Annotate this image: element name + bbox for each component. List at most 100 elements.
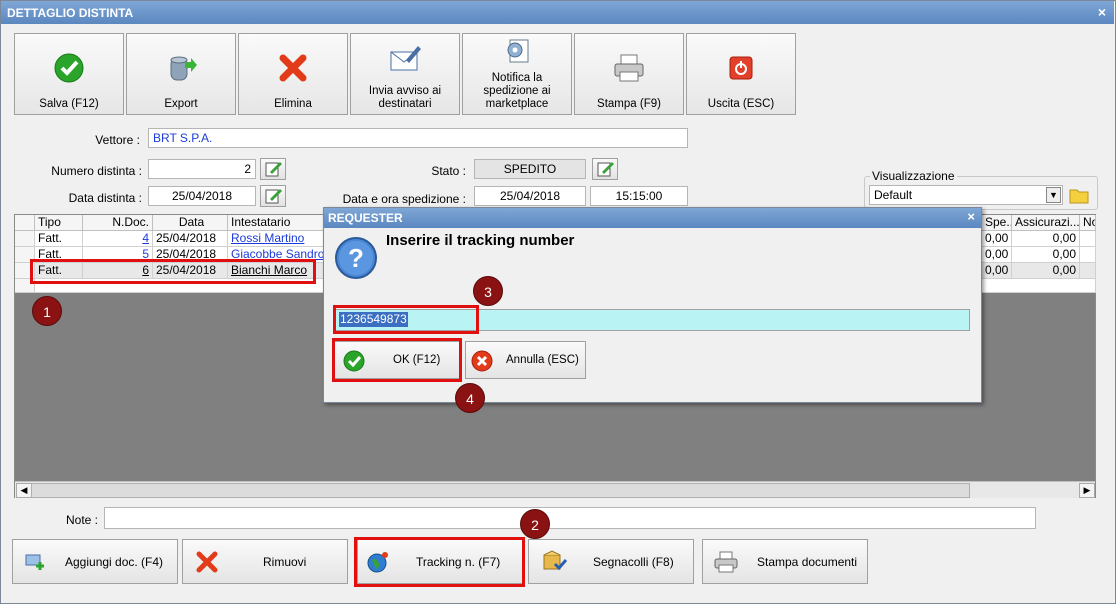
exit-label: Uscita (ESC) <box>707 98 775 110</box>
check-icon <box>54 53 84 83</box>
data-distinta-field[interactable]: 25/04/2018 <box>148 186 256 206</box>
column-header-tipo[interactable]: Tipo <box>35 215 83 231</box>
note-field[interactable] <box>104 507 1036 529</box>
column-header-data[interactable]: Data <box>153 215 228 231</box>
vettore-field[interactable]: BRT S.P.A. <box>148 128 688 148</box>
column-header-no[interactable]: No <box>1080 215 1096 231</box>
save-button[interactable]: Salva (F12) <box>14 33 124 115</box>
database-export-icon <box>170 56 197 81</box>
edit-icon <box>597 162 614 177</box>
cell-assicurazione[interactable]: 0,00 <box>1012 263 1080 279</box>
folder-icon[interactable] <box>1068 184 1090 206</box>
remove-label: Rimuovi <box>263 555 307 569</box>
numero-distinta-field[interactable]: 2 <box>148 159 256 179</box>
notify-recipients-label: Invia avviso ai destinatari <box>368 85 442 110</box>
column-header-intestatario[interactable]: Intestatario <box>228 215 324 231</box>
vettore-label: Vettore : <box>95 133 140 147</box>
visualizzazione-select[interactable]: Default <box>869 185 1063 205</box>
highlight-tracking-input <box>333 305 479 334</box>
horizontal-scrollbar[interactable]: ◀ ▶ <box>15 481 1095 498</box>
edit-icon <box>265 189 282 204</box>
grid-header-indicator <box>15 215 35 231</box>
cell-assicurazione[interactable]: 0,00 <box>1012 231 1080 247</box>
data-spedizione-label: Data e ora spedizione : <box>342 192 466 206</box>
print-button[interactable]: Stampa (F9) <box>574 33 684 115</box>
gear-doc-icon <box>507 39 529 63</box>
cell-intestatario[interactable]: Rossi Martino <box>228 231 324 247</box>
new-row-right[interactable] <box>982 279 1096 293</box>
dialog-title-bar: REQUESTER × <box>324 208 981 228</box>
edit-numero-button[interactable] <box>260 158 286 180</box>
row-indicator <box>15 231 35 247</box>
edit-stato-button[interactable] <box>592 158 618 180</box>
segnacolli-button[interactable]: Segnacolli (F8) <box>528 539 694 584</box>
segnacolli-label: Segnacolli (F8) <box>593 555 674 569</box>
ndoc-link[interactable]: 4 <box>142 231 149 245</box>
print-documents-button[interactable]: Stampa documenti <box>702 539 868 584</box>
package-icon <box>543 550 567 571</box>
chevron-down-icon[interactable]: ▼ <box>1046 187 1061 203</box>
scroll-right-icon[interactable]: ▶ <box>1079 483 1095 498</box>
question-icon: ? <box>335 237 377 279</box>
cancel-button[interactable]: Annulla (ESC) <box>465 341 586 379</box>
column-header-ndoc[interactable]: N.Doc. <box>83 215 153 231</box>
callout-3: 3 <box>473 276 503 306</box>
delete-label: Elimina <box>274 98 312 110</box>
add-doc-label: Aggiungi doc. (F4) <box>65 555 164 569</box>
add-doc-icon <box>25 554 44 570</box>
cell-no[interactable] <box>1080 231 1096 247</box>
close-icon[interactable]: × <box>1098 4 1106 20</box>
callout-4: 4 <box>455 383 485 413</box>
ora-spedizione-field[interactable]: 15:15:00 <box>590 186 688 206</box>
printer-icon <box>714 551 738 573</box>
callout-2: 2 <box>520 509 550 539</box>
notify-recipients-button[interactable]: Invia avviso ai destinatari <box>350 33 460 115</box>
data-spedizione-field[interactable]: 25/04/2018 <box>474 186 586 206</box>
intestatario-link[interactable]: Rossi Martino <box>231 231 304 245</box>
cancel-icon <box>471 350 493 372</box>
cell-no[interactable] <box>1080 263 1096 279</box>
exit-button[interactable]: Uscita (ESC) <box>686 33 796 115</box>
save-label: Salva (F12) <box>39 98 99 110</box>
column-header-assicurazione[interactable]: Assicurazi... <box>1012 215 1080 231</box>
cell-spe[interactable]: 0,00 <box>982 231 1012 247</box>
scroll-left-icon[interactable]: ◀ <box>16 483 32 498</box>
cell-ndoc[interactable]: 4 <box>83 231 153 247</box>
highlight-tracking-button <box>354 537 525 587</box>
cell-no[interactable] <box>1080 247 1096 263</box>
callout-1: 1 <box>32 296 62 326</box>
dialog-message: Inserire il tracking number <box>386 232 575 249</box>
highlight-ok-button <box>332 338 462 382</box>
data-distinta-label: Data distinta : <box>68 191 142 205</box>
cancel-label: Annulla (ESC) <box>506 354 579 366</box>
printer-icon <box>614 54 644 82</box>
title-bar: DETTAGLIO DISTINTA × <box>1 1 1114 24</box>
edit-data-button[interactable] <box>260 185 286 207</box>
cell-tipo[interactable]: Fatt. <box>35 231 83 247</box>
notify-marketplace-button[interactable]: Notifica la spedizione ai marketplace <box>462 33 572 115</box>
cell-spe[interactable]: 0,00 <box>982 263 1012 279</box>
mail-icon <box>390 46 421 71</box>
stato-label: Stato : <box>431 164 466 178</box>
cell-data[interactable]: 25/04/2018 <box>153 231 228 247</box>
column-header-spe[interactable]: Spe... <box>982 215 1012 231</box>
window-title: DETTAGLIO DISTINTA <box>7 6 134 20</box>
remove-button[interactable]: Rimuovi <box>182 539 348 584</box>
highlight-selected-row <box>30 259 316 284</box>
svg-text:?: ? <box>348 243 364 273</box>
export-button[interactable]: Export <box>126 33 236 115</box>
note-label: Note : <box>65 513 98 527</box>
dialog-title: REQUESTER <box>328 211 403 225</box>
remove-x-icon <box>196 551 218 573</box>
dialog-close-icon[interactable]: × <box>967 209 975 224</box>
scroll-thumb[interactable] <box>31 483 970 498</box>
add-doc-button[interactable]: Aggiungi doc. (F4) <box>12 539 178 584</box>
notify-marketplace-label: Notifica la spedizione ai marketplace <box>483 72 551 110</box>
delete-button[interactable]: Elimina <box>238 33 348 115</box>
visualizzazione-label: Visualizzazione <box>870 169 957 183</box>
cell-spe[interactable]: 0,00 <box>982 247 1012 263</box>
print-label: Stampa (F9) <box>597 98 661 110</box>
cell-assicurazione[interactable]: 0,00 <box>1012 247 1080 263</box>
power-icon <box>729 56 753 80</box>
edit-icon <box>265 162 282 177</box>
